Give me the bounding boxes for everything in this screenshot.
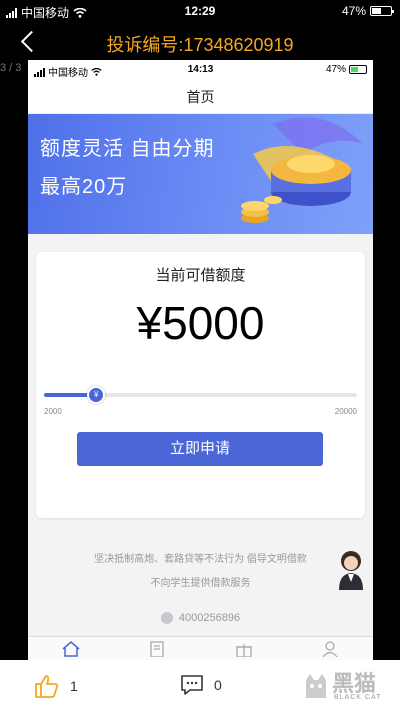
comment-icon — [181, 675, 203, 695]
no-student-notice: 不向学生提供借款服务 — [150, 578, 251, 589]
thumbs-up-icon — [35, 675, 59, 698]
phone-icon — [160, 612, 173, 624]
amount-slider[interactable]: ¥ 2000 20000 — [44, 385, 357, 416]
comment-button[interactable]: 0 — [180, 674, 222, 696]
apply-now-button[interactable]: 立即申请 — [77, 432, 323, 466]
inner-status-bar: 中国移动 14:13 47% — [28, 60, 373, 80]
loan-amount-card: 当前可借额度 ¥5000 ¥ 2000 20000 立即申请 — [36, 252, 365, 518]
outer-nav-bar: 投诉编号:17348620919 — [0, 24, 400, 62]
outer-status-bar: 中国移动 12:29 47% — [0, 0, 400, 22]
outer-status-right: 47% — [341, 4, 394, 18]
outer-battery-text: 47% — [341, 4, 366, 18]
inner-battery-icon — [349, 65, 367, 74]
tab-home[interactable] — [59, 637, 83, 660]
tab-gifts[interactable] — [232, 637, 256, 660]
hotline-number: 4000256896 — [178, 612, 241, 624]
outer-time: 12:29 — [184, 4, 216, 18]
embedded-screenshot: 中国移动 14:13 47% 首页 额度灵活 自由分期 最高20万 当前可借额度… — [28, 60, 373, 660]
gift-icon — [235, 644, 252, 657]
like-button[interactable]: 1 — [34, 674, 78, 698]
tab-orders[interactable] — [145, 637, 169, 660]
banner-line-2: 最高20万 — [40, 176, 128, 198]
battery-icon — [370, 6, 394, 16]
complaint-title: 投诉编号:17348620919 — [106, 35, 294, 55]
hotline-row[interactable]: 4000256896 — [28, 612, 373, 624]
inner-tab-bar — [28, 636, 373, 660]
bottom-action-bar: 1 0 黑猫 BLACK CAT — [0, 660, 400, 710]
available-credit-label: 当前可借额度 — [155, 267, 246, 284]
inner-status-right: 47% — [326, 64, 367, 75]
document-icon — [150, 641, 165, 657]
banner-line-1: 额度灵活 自由分期 — [40, 138, 215, 160]
slider-thumb[interactable]: ¥ — [87, 386, 106, 404]
loan-amount: ¥5000 — [136, 297, 265, 349]
slider-max-label: 20000 — [334, 407, 357, 416]
home-icon — [62, 641, 80, 657]
customer-service-avatar-icon[interactable] — [335, 548, 367, 590]
tab-mine[interactable] — [318, 637, 342, 660]
inner-time: 14:13 — [187, 64, 214, 75]
page-counter: 3 / 3 — [0, 62, 22, 74]
promo-banner[interactable]: 额度灵活 自由分期 最高20万 — [28, 114, 373, 234]
user-icon — [322, 641, 338, 657]
inner-battery-text: 47% — [325, 64, 346, 75]
coins-illustration-icon — [241, 117, 363, 223]
black-cat-watermark: 黑猫 BLACK CAT — [302, 666, 394, 708]
slider-min-label: 2000 — [44, 407, 62, 416]
like-count: 1 — [70, 678, 78, 694]
cat-logo-icon — [306, 674, 326, 698]
anti-fraud-notice: 坚决抵制高炮、套路贷等不法行为 倡导文明借款 — [94, 554, 307, 565]
watermark-sub: BLACK CAT — [334, 694, 382, 701]
comment-count: 0 — [214, 677, 222, 693]
inner-page-title: 首页 — [28, 80, 373, 114]
